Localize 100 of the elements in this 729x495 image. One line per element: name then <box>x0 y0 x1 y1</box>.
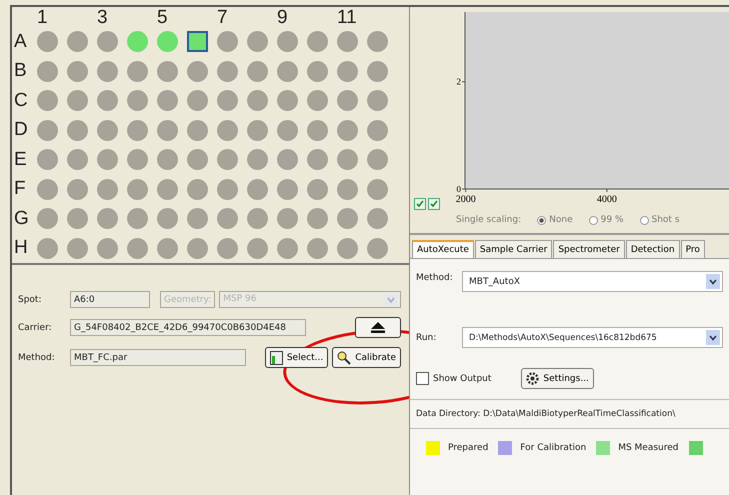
plate-well[interactable] <box>66 178 88 200</box>
plate-well[interactable] <box>366 238 388 259</box>
plate-well[interactable] <box>156 31 178 52</box>
plate-well[interactable] <box>36 90 58 112</box>
plate-well[interactable] <box>306 149 328 170</box>
plate-well[interactable] <box>126 31 148 52</box>
plate-well[interactable] <box>366 90 388 112</box>
plate-well[interactable] <box>216 60 238 82</box>
plate-well[interactable] <box>156 208 178 230</box>
plate-well[interactable] <box>156 149 178 170</box>
plate-well[interactable] <box>186 60 208 82</box>
plate-well[interactable] <box>156 90 178 112</box>
plate-well[interactable] <box>156 60 178 82</box>
plate-well[interactable] <box>336 90 358 112</box>
plate-well[interactable] <box>96 120 118 141</box>
spot-field[interactable]: A6:0 <box>70 291 150 308</box>
plate-well[interactable] <box>66 60 88 82</box>
plate-well[interactable] <box>186 120 208 141</box>
plate-well[interactable] <box>366 120 388 141</box>
tab[interactable]: Pro <box>680 240 705 258</box>
plate-well[interactable] <box>66 208 88 230</box>
plate-well[interactable] <box>36 60 58 82</box>
plate-well[interactable] <box>366 60 388 82</box>
plate-well[interactable] <box>336 120 358 141</box>
plate-well[interactable] <box>306 238 328 259</box>
plate-well[interactable] <box>96 60 118 82</box>
plate-well[interactable] <box>216 178 238 200</box>
plate-well[interactable] <box>36 31 58 52</box>
plate-well[interactable] <box>96 31 118 52</box>
plate-well[interactable] <box>216 238 238 259</box>
plate-well[interactable] <box>336 149 358 170</box>
plate-well[interactable] <box>66 149 88 170</box>
plate-well[interactable] <box>156 120 178 141</box>
tab[interactable]: Sample Carrier <box>474 240 552 258</box>
plate-well[interactable] <box>306 90 328 112</box>
plate-well[interactable] <box>276 60 298 82</box>
plate-well[interactable] <box>96 90 118 112</box>
plate-well[interactable] <box>276 31 298 52</box>
plate-well[interactable] <box>366 208 388 230</box>
plate-well[interactable] <box>126 208 148 230</box>
plate-well[interactable] <box>246 238 268 259</box>
calibrate-button[interactable]: Calibrate <box>332 347 401 368</box>
plate-well[interactable] <box>216 120 238 141</box>
selected-well[interactable] <box>186 31 208 52</box>
carrier-field[interactable]: G_54F08402_B2CE_42D6_99470C0B630D4E48 <box>70 319 306 336</box>
plate-well[interactable] <box>276 238 298 259</box>
plate-well[interactable] <box>186 208 208 230</box>
plate-well[interactable] <box>246 60 268 82</box>
plate-well[interactable] <box>336 178 358 200</box>
plate-well[interactable] <box>246 178 268 200</box>
plate-well[interactable] <box>126 149 148 170</box>
plate-well[interactable] <box>96 238 118 259</box>
checkbox[interactable] <box>428 198 440 210</box>
plate-well[interactable] <box>306 178 328 200</box>
eject-button[interactable] <box>355 317 401 338</box>
tab[interactable]: AutoXecute <box>412 240 474 258</box>
plate-well[interactable] <box>336 60 358 82</box>
tab[interactable]: Detection <box>626 240 680 258</box>
plate-well[interactable] <box>36 149 58 170</box>
plate-well[interactable] <box>246 31 268 52</box>
plate-well[interactable] <box>96 178 118 200</box>
plate-well[interactable] <box>306 120 328 141</box>
plate-well[interactable] <box>186 178 208 200</box>
plate-well[interactable] <box>276 90 298 112</box>
plate-well[interactable] <box>126 60 148 82</box>
plate-well[interactable] <box>336 208 358 230</box>
plate-well[interactable] <box>186 149 208 170</box>
method-dropdown[interactable]: MBT_AutoX <box>462 271 723 292</box>
tab[interactable]: Spectrometer <box>553 240 625 258</box>
plate-well[interactable] <box>246 90 268 112</box>
show-output-checkbox[interactable] <box>416 372 429 385</box>
plate-well[interactable] <box>36 208 58 230</box>
select-button[interactable]: Select... <box>264 347 328 368</box>
plate-well[interactable] <box>276 208 298 230</box>
plate-well[interactable] <box>36 238 58 259</box>
plate-well[interactable] <box>216 31 238 52</box>
plate-well[interactable] <box>336 238 358 259</box>
plate-well[interactable] <box>366 149 388 170</box>
settings-button[interactable]: Settings... <box>521 368 594 389</box>
plate-well[interactable] <box>36 178 58 200</box>
plate-well[interactable] <box>186 238 208 259</box>
run-dropdown[interactable]: D:\Methods\AutoX\Sequences\16c812bd675 <box>462 327 723 348</box>
plate-well[interactable] <box>306 31 328 52</box>
plate-well[interactable] <box>96 208 118 230</box>
plate-well[interactable] <box>276 178 298 200</box>
plate-well[interactable] <box>126 178 148 200</box>
plate-well[interactable] <box>96 149 118 170</box>
plate-well[interactable] <box>366 31 388 52</box>
plate-well[interactable] <box>306 208 328 230</box>
plate-well[interactable] <box>216 208 238 230</box>
checkbox[interactable] <box>414 198 426 210</box>
plate-well[interactable] <box>36 120 58 141</box>
plate-well[interactable] <box>66 238 88 259</box>
method-field[interactable]: MBT_FC.par <box>70 349 246 366</box>
plate-well[interactable] <box>126 238 148 259</box>
plate-well[interactable] <box>66 90 88 112</box>
plate-well[interactable] <box>246 120 268 141</box>
plate-well[interactable] <box>126 90 148 112</box>
plate-well[interactable] <box>186 90 208 112</box>
plate-well[interactable] <box>66 31 88 52</box>
